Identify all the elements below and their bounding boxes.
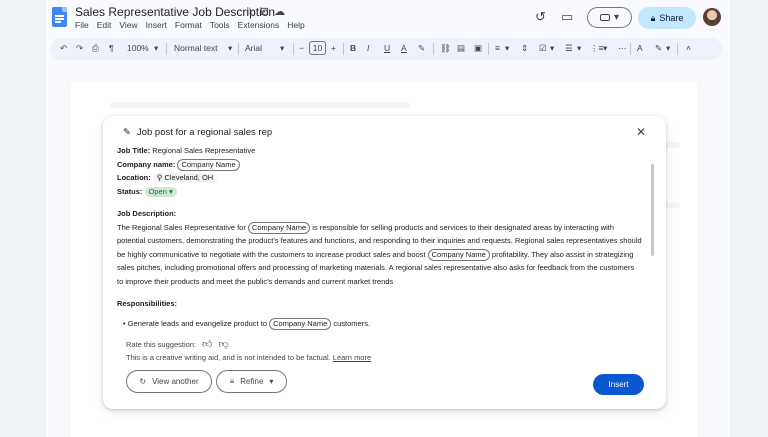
learn-more-link[interactable]: Learn more	[333, 353, 371, 362]
insert-image-icon[interactable]: ▣	[474, 43, 482, 54]
refine-icon: ≡	[229, 377, 235, 386]
decrease-font-size-button[interactable]: −	[299, 43, 304, 53]
undo-icon[interactable]: ↶	[60, 43, 67, 54]
lock-icon: 🔒︎	[650, 12, 656, 23]
avatar[interactable]	[703, 8, 721, 26]
style-select[interactable]: Normal text	[174, 43, 217, 53]
docs-logo-icon[interactable]	[52, 7, 67, 27]
history-icon[interactable]: ↺	[535, 9, 546, 25]
rate-label: Rate this suggestion:	[126, 339, 197, 349]
company-line: Company name: Company Name	[117, 158, 642, 172]
share-label: Share	[659, 13, 684, 23]
disclaimer: This is a creative writing aid, and is n…	[126, 353, 372, 362]
location-chip[interactable]: ⚲ Cleveland, OH	[152, 173, 218, 183]
underline-button[interactable]: U	[384, 43, 390, 53]
rate-suggestion: Rate this suggestion: 👍︎ 👎︎	[126, 338, 229, 350]
chevron-down-icon: ▾	[280, 43, 285, 53]
italic-button[interactable]: I	[367, 43, 369, 53]
checklist-icon[interactable]: ☑	[539, 43, 547, 54]
link-icon[interactable]: ⛓	[440, 43, 451, 54]
paint-format-icon[interactable]: ¶	[109, 43, 114, 53]
chevron-down-icon: ▾	[269, 377, 274, 386]
menu-view[interactable]: View	[119, 20, 137, 30]
status-line: Status: Open ▾	[117, 185, 642, 199]
add-comment-icon[interactable]: ▤	[457, 43, 465, 54]
numbered-list-icon[interactable]: ⋮≡	[590, 43, 603, 54]
chevron-down-icon: ▾	[666, 43, 671, 53]
editing-mode-icon[interactable]: ✎	[655, 43, 662, 54]
chevron-down-icon: ▾	[154, 43, 159, 53]
menu-edit[interactable]: Edit	[97, 20, 112, 30]
chevron-down-icon: ▾	[603, 43, 608, 53]
highlight-icon[interactable]: ✎	[418, 43, 425, 54]
formatting-toolbar: ↶ ↷ ⎙ ¶ 100% ▾ Normal text ▾ Arial ▾ − 1…	[50, 38, 722, 60]
menu-insert[interactable]: Insert	[146, 20, 167, 30]
description-heading: Job Description:	[117, 209, 177, 218]
line-spacing-icon[interactable]: ⇕	[521, 43, 528, 54]
chevron-down-icon: ▾	[613, 12, 620, 23]
magic-wand-icon: ✎	[123, 127, 131, 138]
job-title-line: Job Title: Regional Sales Representative	[117, 146, 256, 155]
company-name-chip[interactable]: Company Name	[247, 221, 311, 234]
chevron-down-icon: ▾	[505, 43, 510, 53]
menu-file[interactable]: File	[75, 20, 89, 30]
chevron-down-icon: ▾	[228, 43, 233, 53]
help-me-write-panel: ✎ Job post for a regional sales rep ✕ Jo…	[103, 116, 666, 409]
list-item: • Generate leads and evangelize product …	[123, 317, 371, 330]
menu-bar: File Edit View Insert Format Tools Exten…	[75, 20, 305, 30]
comment-icon[interactable]: ▭	[561, 9, 573, 25]
align-icon[interactable]: ≡	[495, 43, 500, 53]
video-call-button[interactable]: ▾	[587, 7, 632, 28]
menu-tools[interactable]: Tools	[210, 20, 230, 30]
refresh-icon: ↻	[139, 377, 147, 386]
collapse-toolbar-icon[interactable]: ˄	[686, 43, 691, 53]
text-color-button[interactable]: A	[401, 43, 407, 53]
chevron-down-icon: ▾	[168, 186, 173, 196]
thumbs-up-icon[interactable]: 👍︎	[202, 338, 212, 350]
folder-icon[interactable]: ⊡	[260, 6, 274, 18]
font-select[interactable]: Arial	[245, 43, 262, 53]
company-name-chip[interactable]: Company Name	[269, 317, 332, 330]
description-paragraph: The Regional Sales Representative for Co…	[117, 221, 642, 286]
menu-format[interactable]: Format	[175, 20, 202, 30]
increase-font-size-button[interactable]: +	[331, 43, 336, 53]
print-icon[interactable]: ⎙	[92, 43, 99, 54]
refine-button[interactable]: ≡ Refine ▾	[216, 370, 287, 393]
prompt-text: Job post for a regional sales rep	[136, 127, 273, 138]
company-name-chip[interactable]: Company Name	[427, 248, 490, 261]
menu-extensions[interactable]: Extensions	[238, 20, 280, 30]
chevron-down-icon: ▾	[550, 43, 555, 53]
view-another-button[interactable]: ↻ View another	[126, 370, 212, 393]
chevron-down-icon: ▾	[577, 43, 582, 53]
suggestion-content: Job Title: Regional Sales Representative…	[117, 144, 642, 330]
redo-icon[interactable]: ↷	[76, 43, 83, 54]
video-call-icon	[599, 14, 610, 21]
company-name-chip[interactable]: Company Name	[177, 158, 240, 171]
close-icon[interactable]: ✕	[636, 125, 646, 139]
bold-button[interactable]: B	[350, 43, 356, 53]
star-icon[interactable]: ☆	[245, 6, 260, 18]
scrollbar[interactable]	[651, 164, 654, 256]
insert-button[interactable]: Insert	[593, 374, 644, 395]
font-size-input[interactable]: 10	[309, 41, 326, 55]
responsibilities-heading: Responsibilities:	[117, 299, 178, 308]
zoom-select[interactable]: 100%	[127, 43, 149, 53]
bulleted-list-icon[interactable]: ☰	[565, 43, 573, 54]
thumbs-down-icon[interactable]: 👎︎	[219, 338, 229, 350]
location-pin-icon: ⚲	[156, 173, 163, 182]
share-button[interactable]: 🔒︎ Share	[638, 7, 696, 29]
cloud-icon[interactable]: ☁	[274, 6, 290, 18]
spellcheck-icon[interactable]: A	[637, 43, 643, 53]
more-options-icon[interactable]: ⋯	[618, 43, 627, 54]
location-line: Location: ⚲ Cleveland, OH	[117, 171, 642, 185]
menu-help[interactable]: Help	[287, 20, 304, 30]
status-chip[interactable]: Open ▾	[144, 186, 177, 197]
